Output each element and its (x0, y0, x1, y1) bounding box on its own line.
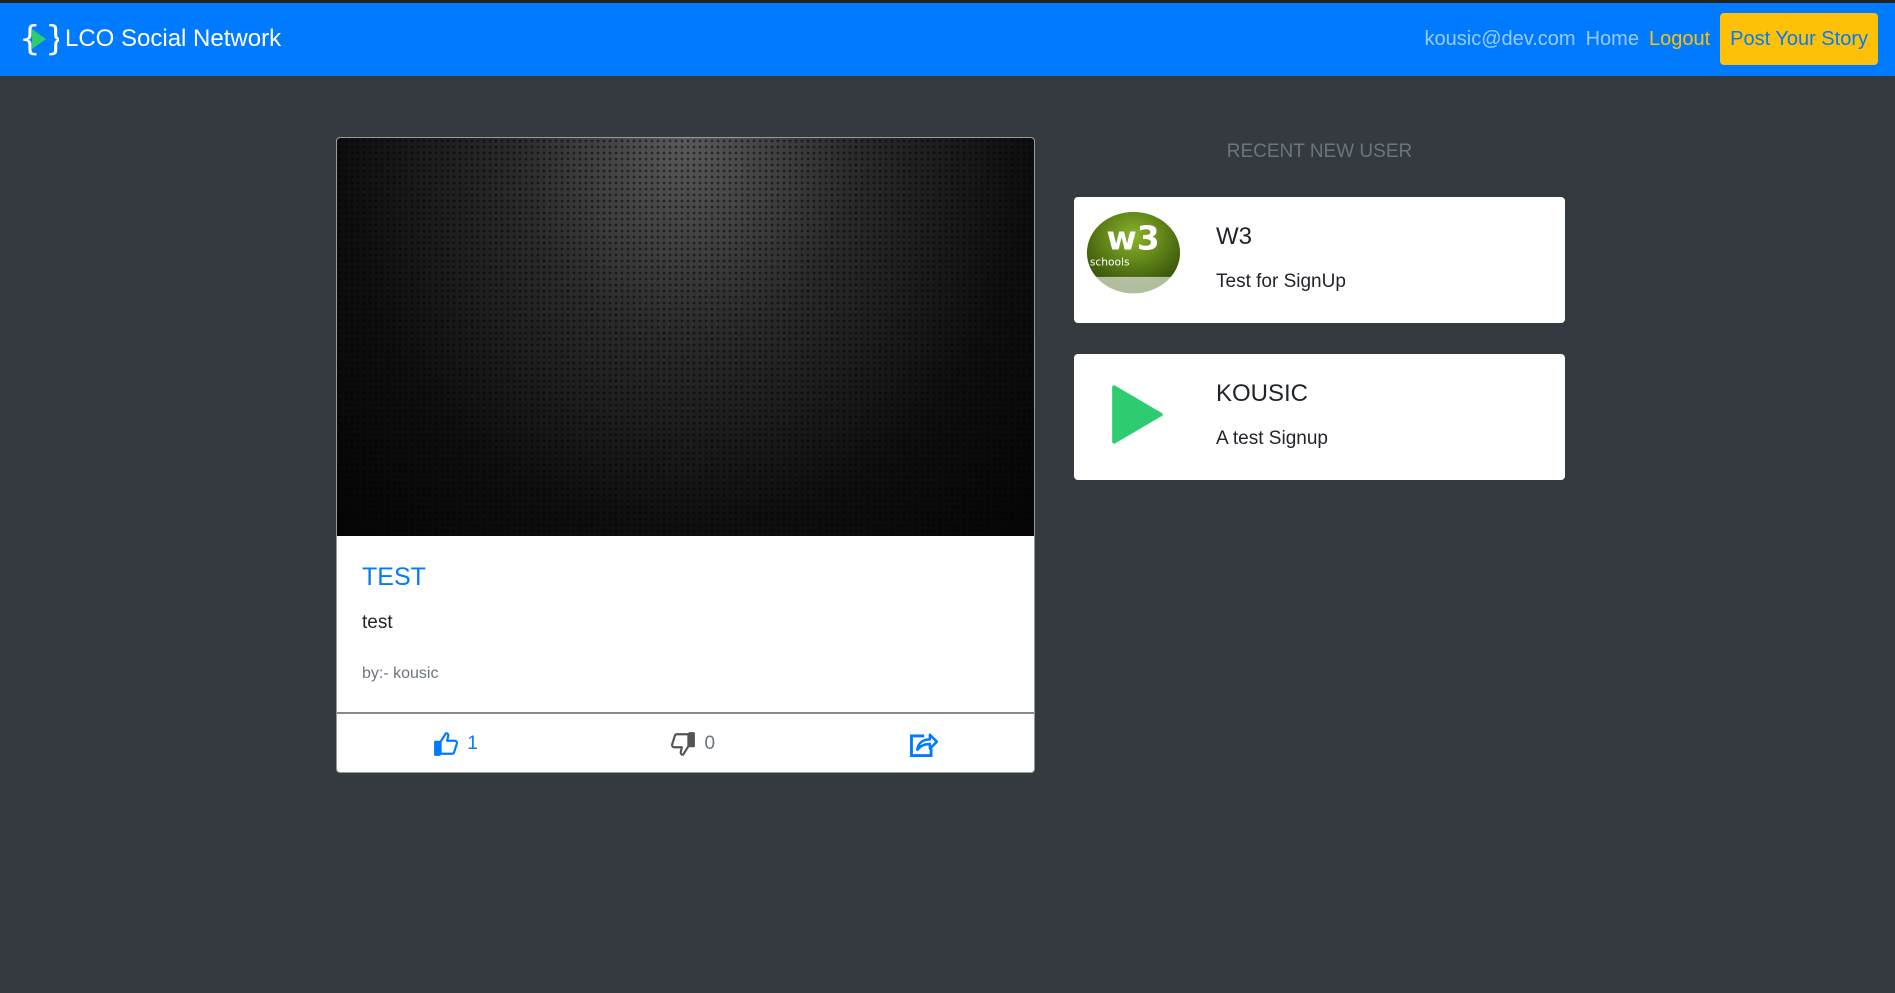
dislike-button[interactable]: 0 (670, 731, 715, 757)
share-button[interactable] (908, 730, 938, 758)
like-count: 1 (467, 733, 478, 754)
thumbs-up-icon (434, 732, 459, 756)
user-card[interactable]: w3 schools W3 Test for SignUp (1074, 197, 1565, 323)
like-button[interactable]: 1 (433, 731, 478, 757)
recent-users-heading: RECENT NEW USER (1226, 141, 1413, 162)
svg-text:w3: w3 (1106, 219, 1159, 258)
brand-link[interactable]: {} LCO Social Network (19, 19, 281, 59)
post-actions: 1 0 (337, 712, 1034, 772)
thumbs-down-icon (671, 732, 696, 756)
post-author: by:- kousic (362, 665, 439, 682)
brand-name: LCO Social Network (65, 25, 282, 52)
user-name: KOUSIC (1216, 380, 1309, 407)
svg-text:schools: schools (1090, 255, 1130, 268)
user-description: A test Signup (1216, 428, 1328, 449)
user-description: Test for SignUp (1216, 271, 1346, 292)
user-card[interactable]: KOUSIC A test Signup (1074, 354, 1565, 480)
post-title[interactable]: TEST (362, 563, 426, 592)
user-avatar: w3schools (1085, 211, 1182, 306)
navbar: {} LCO Social Network kousic@dev.com Hom… (0, 3, 1895, 76)
post-card: TEST test by:- kousic 1 0 (336, 137, 1035, 773)
dislike-count: 0 (704, 733, 716, 754)
user-name: W3 (1216, 223, 1252, 250)
nav-home-link[interactable]: Home (1586, 28, 1639, 51)
play-avatar-icon (1112, 385, 1163, 444)
post-cover-image (337, 138, 1034, 536)
user-email: kousic@dev.com (1424, 27, 1576, 50)
svg-text:}: } (45, 19, 59, 59)
share-icon (909, 733, 938, 757)
post-story-button[interactable]: Post Your Story (1720, 13, 1878, 65)
brand-logo-icon: {} (19, 19, 59, 59)
nav-logout-link[interactable]: Logout (1649, 28, 1710, 51)
post-text: test (362, 612, 393, 633)
